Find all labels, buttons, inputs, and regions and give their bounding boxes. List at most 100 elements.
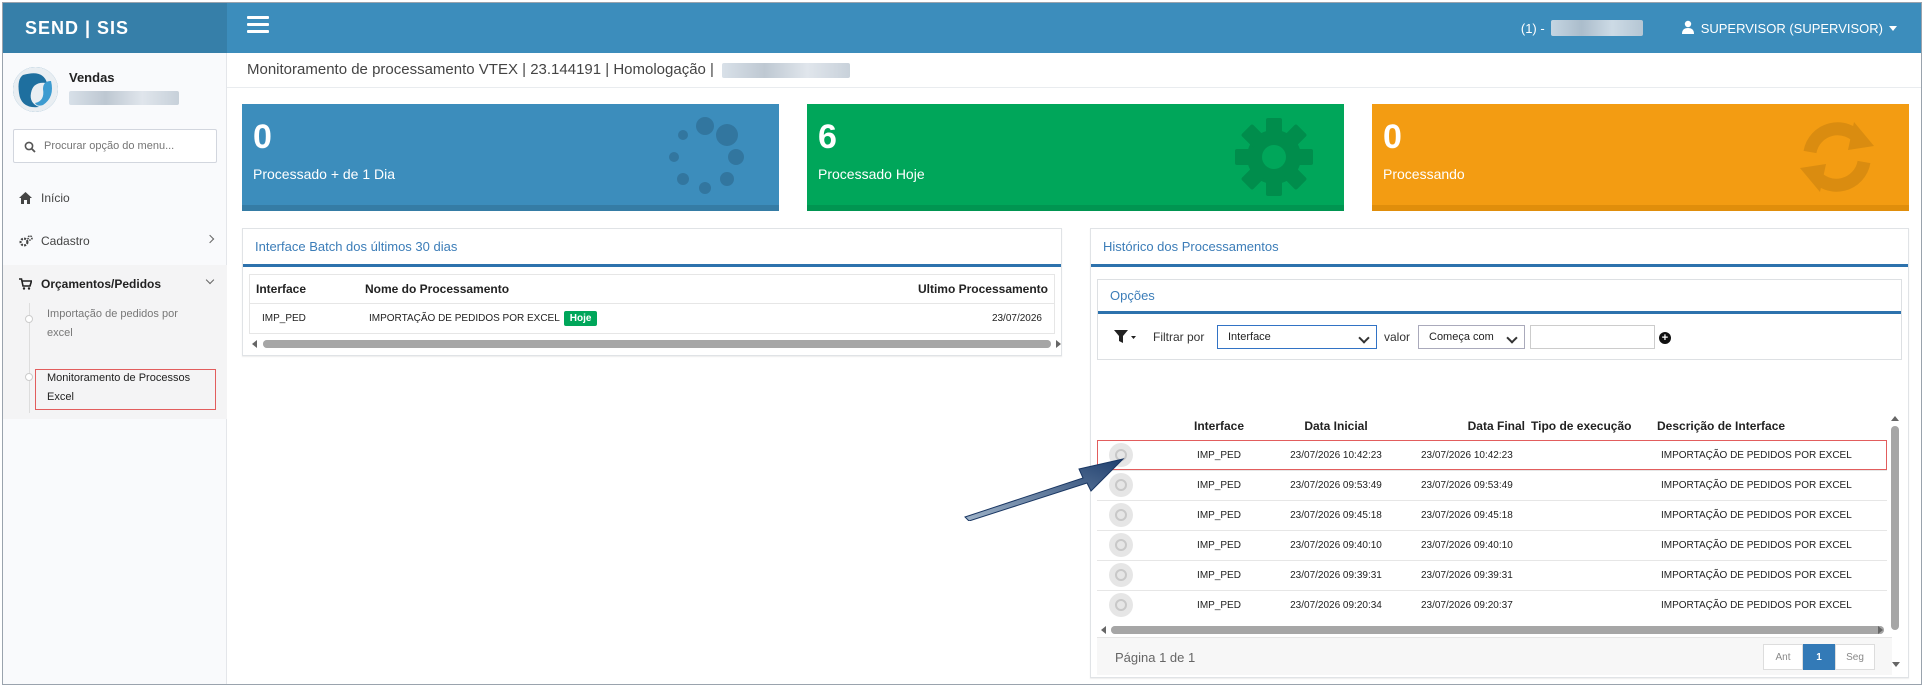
cell-nome: IMPORTAÇÃO DE PEDIDOS POR EXCEL Hoje	[365, 302, 800, 333]
operator-select[interactable]: Começa com	[1418, 325, 1525, 349]
scroll-down-arrow[interactable]	[1892, 662, 1900, 667]
cell-data-final: 23/07/2026 09:20:37	[1401, 589, 1531, 620]
history-horizontal-scrollbar[interactable]	[1111, 626, 1884, 634]
col-interface[interactable]: Interface	[1167, 412, 1271, 440]
col-data-final[interactable]: Data Final	[1401, 412, 1531, 440]
history-panel: Histórico dos Processamentos Opções Filt…	[1090, 228, 1909, 678]
stat-value: 0	[253, 118, 272, 156]
batch-panel: Interface Batch dos últimos 30 dias Inte…	[242, 228, 1062, 356]
col-descricao[interactable]: Descrição de Interface	[1657, 412, 1887, 440]
cell-data-final: 23/07/2026 09:40:10	[1401, 529, 1531, 560]
cell-descricao: IMPORTAÇÃO DE PEDIDOS POR EXCEL	[1657, 499, 1887, 530]
scroll-right-arrow[interactable]	[1878, 626, 1883, 634]
table-row[interactable]: IMP_PED 23/07/2026 09:40:10 23/07/2026 0…	[1097, 529, 1887, 560]
sidebar-item-cadastro[interactable]: Cadastro	[3, 222, 227, 260]
cell-descricao: IMPORTAÇÃO DE PEDIDOS POR EXCEL	[1657, 589, 1887, 620]
scrollbar-thumb[interactable]	[263, 340, 1051, 348]
spinner-icon	[669, 117, 744, 194]
cell-descricao: IMPORTAÇÃO DE PEDIDOS POR EXCEL	[1657, 529, 1887, 560]
add-filter-icon[interactable]: +	[1659, 332, 1671, 344]
view-details-icon[interactable]	[1109, 593, 1133, 618]
app-window: SEND | SIS (1) - SUPERVISOR (SUPERVISOR)…	[2, 2, 1922, 685]
today-badge: Hoje	[563, 310, 598, 326]
stat-value: 6	[818, 118, 837, 156]
col-ultimo[interactable]: Ultimo Processamento	[800, 275, 1054, 303]
sidebar-item-inicio[interactable]: Início	[3, 179, 227, 217]
stat-label: Processado Hoje	[818, 166, 925, 182]
table-header-row: Interface Data Inicial Data Final Tipo d…	[1097, 412, 1887, 440]
user-menu[interactable]: SUPERVISOR (SUPERVISOR)	[1701, 21, 1883, 36]
scroll-left-arrow[interactable]	[1101, 626, 1106, 634]
filter-field-value: Interface	[1228, 331, 1271, 343]
cell-data-final: 23/07/2026 09:39:31	[1401, 559, 1531, 590]
col-data-inicial[interactable]: Data Inicial	[1271, 412, 1401, 440]
cell-data-final: 23/07/2026 09:45:18	[1401, 499, 1531, 530]
options-title: Opções	[1098, 280, 1901, 314]
user-panel: Vendas	[11, 65, 221, 117]
company-logo	[13, 67, 58, 112]
operator-value: Começa com	[1429, 331, 1494, 343]
history-vertical-scrollbar[interactable]	[1891, 426, 1899, 630]
table-row[interactable]: IMP_PED 23/07/2026 09:20:34 23/07/2026 0…	[1097, 589, 1887, 620]
cell-descricao: IMPORTAÇÃO DE PEDIDOS POR EXCEL	[1657, 469, 1887, 500]
cell-tipo	[1531, 529, 1657, 560]
submenu-orcamentos: Importação de pedidos por excel Monitora…	[3, 303, 227, 419]
scroll-right-arrow[interactable]	[1056, 340, 1061, 348]
stat-box-processed-today: 6 Processado Hoje	[807, 104, 1344, 211]
sidebar-item-orcamentos[interactable]: Orçamentos/Pedidos	[3, 265, 227, 303]
table-row[interactable]: IMP_PED 23/07/2026 09:53:49 23/07/2026 0…	[1097, 469, 1887, 500]
cell-interface: IMP_PED	[1167, 559, 1271, 590]
menu-search-input[interactable]	[44, 130, 209, 162]
home-icon	[19, 192, 33, 204]
user-icon	[1681, 20, 1695, 37]
menu-toggle-icon[interactable]	[247, 16, 269, 36]
cell-data-inicial: 23/07/2026 09:40:10	[1271, 529, 1401, 560]
menu-search[interactable]	[13, 129, 217, 163]
filter-field-select[interactable]: Interface	[1217, 325, 1377, 349]
prev-page-button[interactable]: Ant	[1763, 644, 1803, 670]
col-actions	[1097, 412, 1167, 440]
scroll-up-arrow[interactable]	[1891, 416, 1899, 421]
redacted-environment	[722, 62, 851, 78]
col-nome[interactable]: Nome do Processamento	[365, 275, 800, 303]
submenu-label-line2: Excel	[47, 391, 74, 403]
filter-icon[interactable]	[1114, 329, 1138, 345]
submenu-bullet	[25, 315, 33, 323]
batch-horizontal-scrollbar[interactable]	[263, 340, 1051, 348]
submenu-monitoramento[interactable]: Monitoramento de Processos Excel	[47, 369, 190, 407]
cell-data-inicial: 23/07/2026 09:20:34	[1271, 589, 1401, 620]
stat-box-processed-old: 0 Processado + de 1 Dia	[242, 104, 779, 211]
page-1-button[interactable]: 1	[1803, 644, 1835, 670]
notification-counter[interactable]: (1) -	[1521, 21, 1545, 36]
next-page-button[interactable]: Seg	[1835, 644, 1875, 670]
redacted-user	[69, 91, 179, 105]
pagination-bar: Página 1 de 1 Ant 1 Seg	[1097, 637, 1892, 675]
top-navbar: SEND | SIS (1) - SUPERVISOR (SUPERVISOR)	[3, 3, 1921, 53]
gear-icon	[1235, 118, 1313, 196]
submenu-importacao[interactable]: Importação de pedidos por excel	[47, 305, 178, 343]
view-details-icon[interactable]	[1109, 533, 1133, 557]
scroll-left-arrow[interactable]	[252, 340, 257, 348]
cell-tipo	[1531, 559, 1657, 590]
stat-footer	[242, 205, 779, 211]
view-details-icon[interactable]	[1109, 563, 1133, 587]
col-interface[interactable]: Interface	[250, 275, 365, 303]
submenu-label-line1: Monitoramento de Processos	[47, 372, 191, 384]
batch-table-wrap: Interface Nome do Processamento Ultimo P…	[249, 274, 1055, 334]
col-tipo-execucao[interactable]: Tipo de execução	[1531, 412, 1657, 440]
cell-data-inicial: 23/07/2026 09:53:49	[1271, 469, 1401, 500]
page-title-text: Monitoramento de processamento VTEX | 23…	[247, 61, 714, 78]
value-label: valor	[1384, 330, 1411, 344]
sidebar-item-label: Cadastro	[41, 234, 90, 248]
filter-value-input[interactable]	[1530, 325, 1655, 349]
panel-title: Interface Batch dos últimos 30 dias	[243, 229, 1061, 267]
table-row[interactable]: IMP_PED 23/07/2026 09:39:31 23/07/2026 0…	[1097, 559, 1887, 590]
sidebar: Vendas Início Cadastro Orçamentos/Pedido…	[3, 53, 227, 684]
table-row[interactable]: IMP_PED 23/07/2026 09:45:18 23/07/2026 0…	[1097, 499, 1887, 530]
table-row[interactable]: IMP_PED IMPORTAÇÃO DE PEDIDOS POR EXCEL H…	[250, 302, 1054, 333]
selected-row-highlight	[1097, 440, 1887, 470]
cell-interface: IMP_PED	[1167, 499, 1271, 530]
cell-actions	[1097, 559, 1167, 590]
scrollbar-thumb[interactable]	[1111, 626, 1884, 634]
app-logo[interactable]: SEND | SIS	[3, 3, 227, 53]
